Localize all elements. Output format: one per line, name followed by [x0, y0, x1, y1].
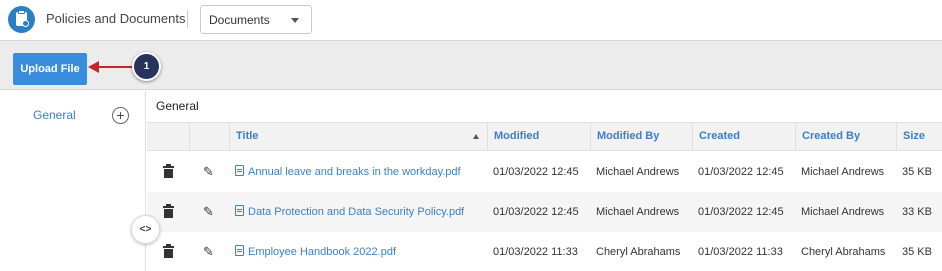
delete-button[interactable]	[147, 152, 189, 192]
modified-by-cell: Michael Andrews	[596, 206, 680, 218]
pencil-icon: ✎	[203, 244, 214, 259]
pencil-icon: ✎	[203, 204, 214, 219]
sidebar-item-general[interactable]: General	[33, 108, 76, 122]
modified-by-cell: Cheryl Abrahams	[596, 246, 681, 258]
column-header-created[interactable]: Created	[692, 123, 795, 150]
column-header-size[interactable]: Size	[896, 123, 942, 150]
header-delete-col	[147, 123, 189, 150]
size-cell: 33 KB	[902, 206, 932, 218]
callout-arrow-head	[88, 61, 99, 73]
modified-cell: 01/03/2022 12:45	[493, 206, 579, 218]
size-cell: 35 KB	[902, 166, 932, 178]
column-header-title-label: Title	[236, 130, 259, 142]
pencil-icon: ✎	[203, 164, 214, 179]
created-cell: 01/03/2022 12:45	[698, 166, 784, 178]
modified-by-cell: Michael Andrews	[596, 166, 680, 178]
document-icon	[235, 165, 244, 176]
step-badge: 1	[132, 52, 161, 81]
table-row: ✎ Data Protection and Data Security Poli…	[147, 192, 942, 232]
edit-button[interactable]: ✎	[189, 192, 229, 232]
document-title-link[interactable]: Employee Handbook 2022.pdf	[229, 232, 487, 271]
column-header-modified-by[interactable]: Modified By	[590, 123, 692, 150]
modified-cell: 01/03/2022 12:45	[493, 166, 579, 178]
callout-arrow	[98, 66, 136, 68]
edit-button[interactable]: ✎	[189, 152, 229, 192]
section-select[interactable]: Documents	[200, 5, 312, 34]
add-folder-button[interactable]: +	[112, 107, 129, 124]
table-row: ✎ Employee Handbook 2022.pdf 01/03/2022 …	[147, 232, 942, 271]
created-by-cell: Michael Andrews	[801, 206, 885, 218]
folder-title: General	[156, 99, 199, 113]
section-select-value: Documents	[209, 13, 270, 27]
app-title: Policies and Documents	[46, 11, 186, 26]
trash-icon	[163, 204, 174, 218]
chevron-down-icon	[291, 18, 299, 23]
table-header: Title Modified Modified By Created Creat…	[147, 122, 942, 151]
edit-button[interactable]: ✎	[189, 232, 229, 271]
created-cell: 01/03/2022 12:45	[698, 206, 784, 218]
trash-icon	[163, 244, 174, 258]
created-by-cell: Michael Andrews	[801, 166, 885, 178]
upload-file-button[interactable]: Upload File	[13, 53, 87, 85]
document-title-link[interactable]: Data Protection and Data Security Policy…	[229, 192, 487, 232]
folder-sidebar: General +	[0, 91, 146, 271]
column-header-created-by[interactable]: Created By	[795, 123, 896, 150]
column-header-modified[interactable]: Modified	[487, 123, 590, 150]
sidebar-toggle-button[interactable]: <>	[131, 215, 160, 244]
document-title-link[interactable]: Annual leave and breaks in the workday.p…	[229, 152, 487, 192]
modified-cell: 01/03/2022 11:33	[493, 246, 578, 258]
created-by-cell: Cheryl Abrahams	[801, 246, 886, 258]
table-row: ✎ Annual leave and breaks in the workday…	[147, 152, 942, 192]
header-divider	[187, 10, 188, 28]
clipboard-icon	[8, 6, 35, 33]
size-cell: 35 KB	[902, 246, 932, 258]
document-icon	[235, 205, 244, 216]
header-edit-col	[189, 123, 229, 150]
trash-icon	[163, 164, 174, 178]
sort-ascending-icon	[473, 134, 479, 139]
column-header-title[interactable]: Title	[229, 123, 487, 150]
document-icon	[235, 245, 244, 256]
created-cell: 01/03/2022 11:33	[698, 246, 783, 258]
app-header: Policies and Documents Documents	[0, 0, 942, 40]
